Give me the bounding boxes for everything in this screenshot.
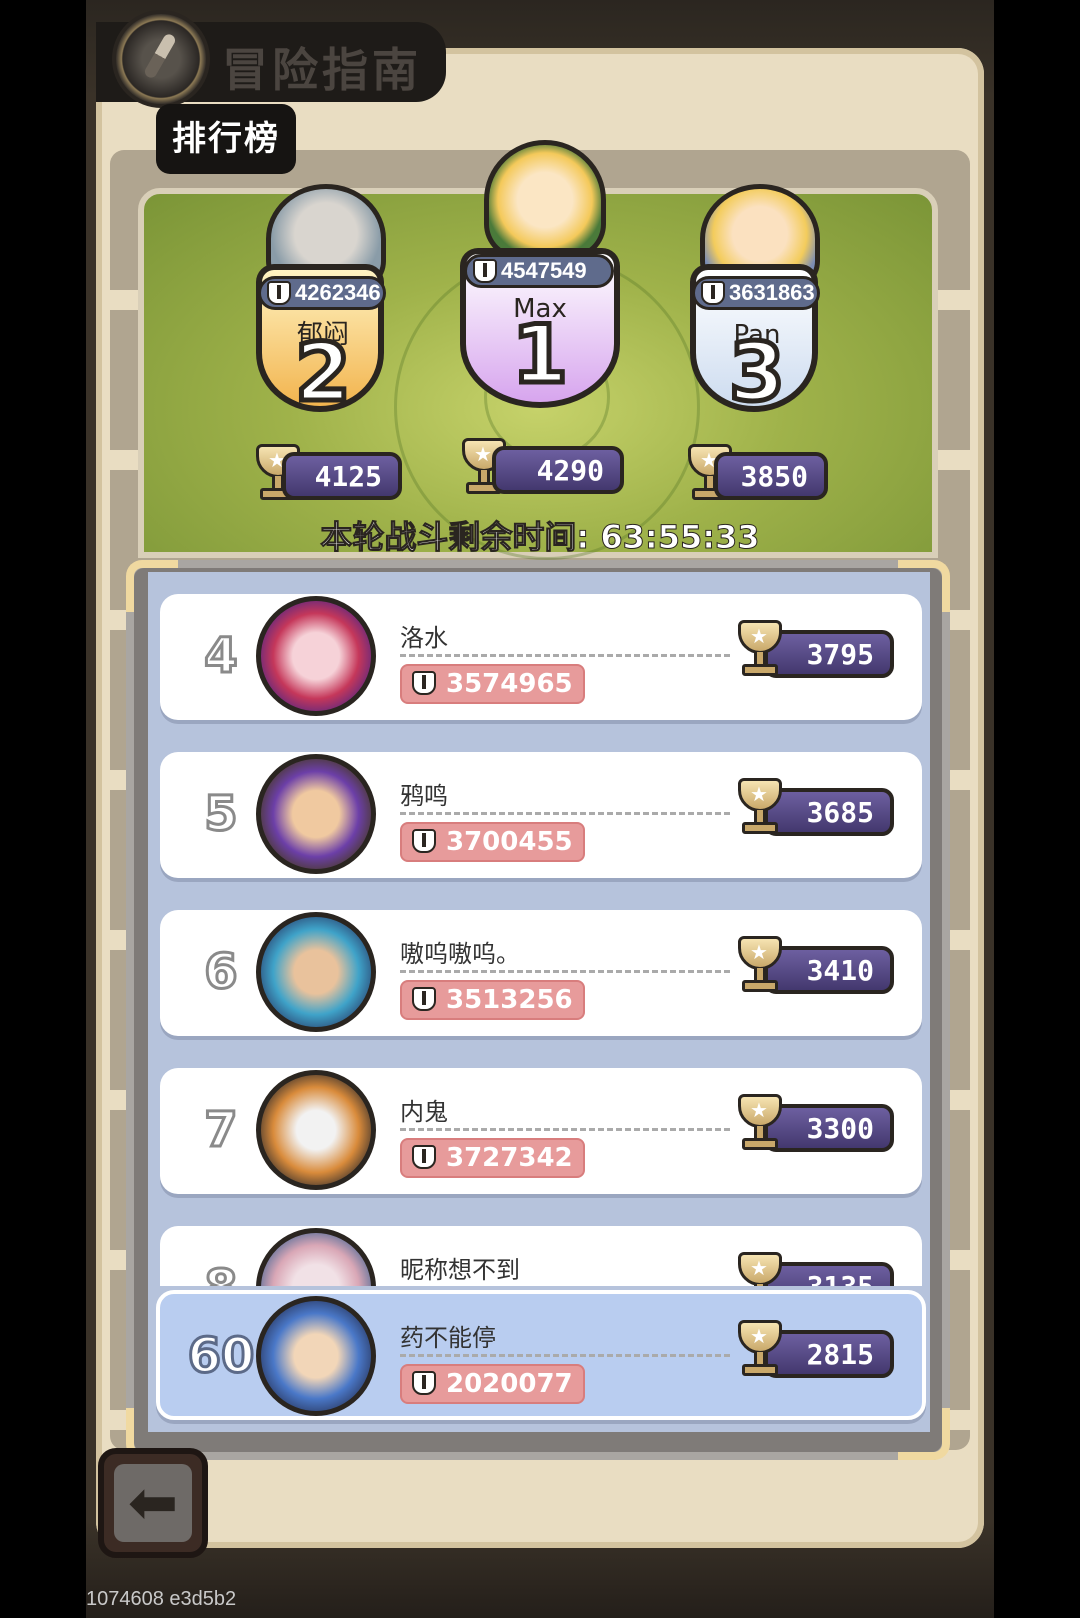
trophy-score: 3410 <box>734 936 894 994</box>
trophy-score: 4290 <box>492 446 624 494</box>
player-name: 内鬼 <box>400 1098 448 1126</box>
trophy-score: 4125 <box>282 452 402 500</box>
power-icon <box>267 281 291 305</box>
rank-number: 1 <box>510 306 571 404</box>
avatar[interactable] <box>256 912 376 1032</box>
rank-number: 6 <box>203 943 239 1002</box>
power-icon <box>412 1371 436 1395</box>
trophy-icon <box>734 1252 786 1286</box>
tab-leaderboard[interactable]: 排行榜 <box>156 104 296 174</box>
rank-number: 5 <box>203 785 239 844</box>
trophy-score: 3300 <box>734 1094 894 1152</box>
list-item[interactable]: 7 内鬼 3727342 3300 <box>160 1068 922 1194</box>
power-badge: 3727342 <box>400 1138 585 1178</box>
trophy-score: 3135 <box>734 1252 894 1286</box>
power-badge: 3631863 <box>692 276 820 310</box>
trophy-score: 3685 <box>734 778 894 836</box>
trophy-icon <box>734 620 786 680</box>
player-name: 洛水 <box>400 624 448 652</box>
trophy-icon <box>734 1320 786 1380</box>
player-name: 鸦鸣 <box>400 782 448 810</box>
trophy-score: 3850 <box>714 452 828 500</box>
trophy-score: 2815 <box>734 1320 894 1378</box>
power-badge: 4262346 <box>258 276 386 310</box>
power-badge: 3574965 <box>400 664 585 704</box>
arrow-left-icon: ⬅ <box>114 1464 192 1542</box>
trophy-score: 3795 <box>734 620 894 678</box>
avatar[interactable] <box>256 596 376 716</box>
avatar[interactable] <box>256 1070 376 1190</box>
player-name: 嗷呜嗷呜。 <box>400 940 520 968</box>
podium-card-3[interactable]: 3631863 Pan 3 <box>682 176 832 486</box>
list-item[interactable]: 4 洛水 3574965 3795 <box>160 594 922 720</box>
power-icon <box>412 671 436 695</box>
power-icon <box>412 1145 436 1169</box>
build-id: 1074608 e3d5b2 <box>86 1588 237 1610</box>
divider <box>400 1354 730 1357</box>
power-icon <box>412 987 436 1011</box>
trophy-icon <box>734 936 786 996</box>
divider <box>400 812 730 815</box>
list-item[interactable]: 6 嗷呜嗷呜。 3513256 3410 <box>160 910 922 1036</box>
rank-number: 2 <box>293 324 354 422</box>
page-title: 冒险指南 <box>222 43 422 97</box>
trophy-icon <box>734 1094 786 1154</box>
avatar[interactable] <box>256 1228 376 1286</box>
power-badge: 4547549 <box>464 254 614 288</box>
trophy-icon <box>734 778 786 838</box>
player-name: 药不能停 <box>400 1324 496 1352</box>
divider <box>400 654 730 657</box>
power-icon <box>701 281 725 305</box>
power-badge: 3700455 <box>400 822 585 862</box>
list-item[interactable]: 5 鸦鸣 3700455 3685 <box>160 752 922 878</box>
rank-number: 7 <box>203 1101 239 1160</box>
podium-card-2[interactable]: 4262346 郁闷 2 <box>248 176 398 486</box>
avatar <box>484 140 606 260</box>
power-icon <box>473 259 497 283</box>
rank-number: 4 <box>203 627 239 686</box>
divider <box>400 970 730 973</box>
round-timer: 本轮战斗剩余时间: 63:55:33 <box>320 518 760 557</box>
podium-card-1[interactable]: 4547549 Max 1 <box>458 130 622 450</box>
rank-number: 3 <box>727 324 788 422</box>
divider <box>400 1128 730 1131</box>
avatar[interactable] <box>256 754 376 874</box>
power-badge: 3513256 <box>400 980 585 1020</box>
compass-icon <box>112 10 210 108</box>
player-name: 昵称想不到 <box>400 1256 520 1284</box>
back-button[interactable]: ⬅ <box>98 1448 208 1558</box>
rank-number: 60 <box>186 1327 256 1386</box>
power-icon <box>412 829 436 853</box>
self-rank-row[interactable]: 60 药不能停 2020077 2815 <box>156 1290 926 1420</box>
avatar[interactable] <box>256 1296 376 1416</box>
rank-number: 8 <box>186 1259 256 1287</box>
power-badge: 2020077 <box>400 1364 585 1404</box>
list-item[interactable]: 8 昵称想不到 3135 <box>160 1226 922 1286</box>
